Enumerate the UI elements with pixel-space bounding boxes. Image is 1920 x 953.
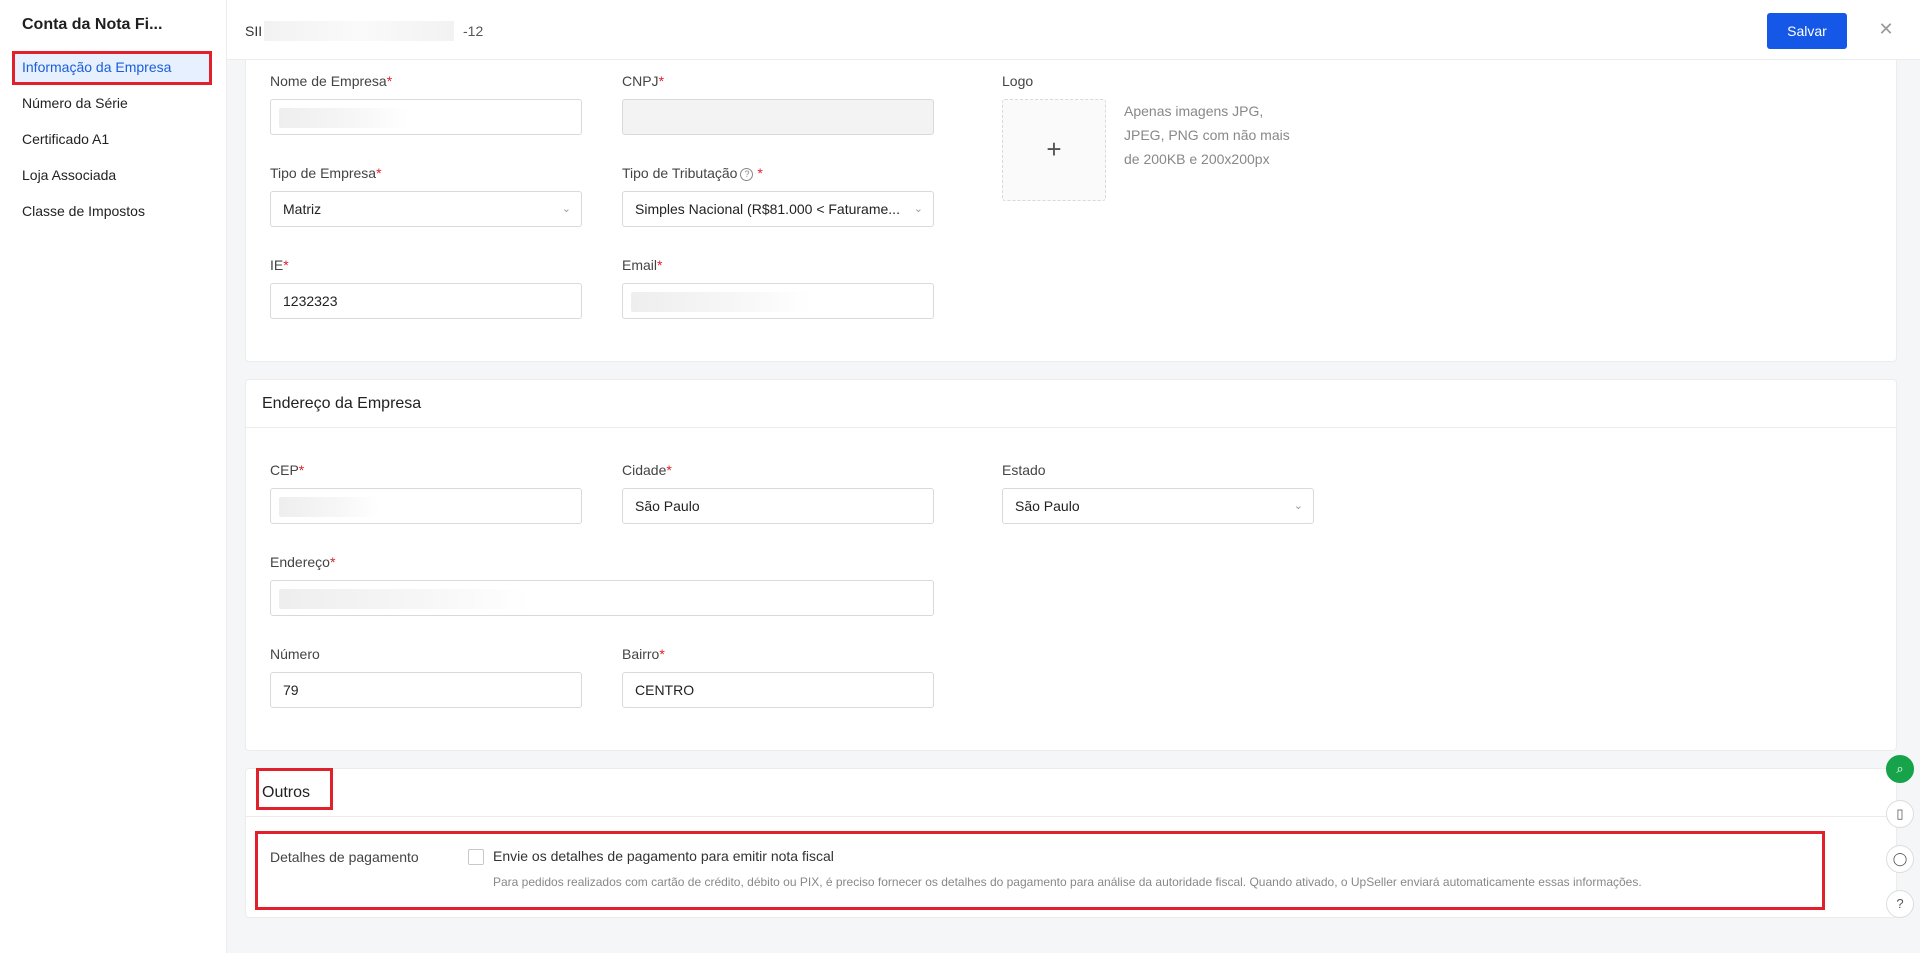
search-icon[interactable]: ⌕ [1886,755,1914,783]
cidade-label: Cidade* [622,462,672,478]
payment-details-highlight-box [255,831,1825,910]
account-title-prefix: SII [245,23,263,39]
outros-highlight-box [256,768,333,810]
tipo-empresa-value: Matriz [283,201,322,217]
top-bar: SII -12 Salvar ✕ [227,0,1920,60]
estado-label: Estado [1002,462,1046,478]
tipo-tributacao-label: Tipo de Tributação? * [622,165,763,181]
email-input[interactable] [622,283,934,319]
cep-label: CEP* [270,462,305,478]
endereco-input[interactable] [270,580,934,616]
cnpj-input [622,99,934,135]
redacted-value [279,108,409,128]
sidebar-item-numero-da-serie[interactable]: Número da Série [22,95,128,111]
tipo-tributacao-select[interactable]: Simples Nacional (R$81.000 < Faturame...… [622,191,934,227]
sidebar-title: Conta da Nota Fi... [22,16,163,33]
sidebar-item-classe-de-impostos[interactable]: Classe de Impostos [22,203,145,219]
nome-empresa-label: Nome de Empresa* [270,73,393,89]
ie-label: IE* [270,257,289,273]
chevron-down-icon: ⌄ [561,203,571,215]
tipo-empresa-label: Tipo de Empresa* [270,165,382,181]
redacted-value [279,589,529,609]
bairro-label: Bairro* [622,646,665,662]
sidebar-item-certificado-a1[interactable]: Certificado A1 [22,131,109,147]
numero-input[interactable]: 79 [270,672,582,708]
address-card: Endereço da Empresa CEP* Cidade* São Pau… [245,379,1897,751]
required-mark: * [386,73,393,89]
phone-icon[interactable]: ▯ [1886,800,1914,828]
tipo-empresa-select[interactable]: Matriz ⌄ [270,191,582,227]
estado-value: São Paulo [1015,498,1080,514]
bairro-input[interactable]: CENTRO [622,672,934,708]
outros-card-header: Outros [246,769,1896,817]
tipo-tributacao-value: Simples Nacional (R$81.000 < Faturame... [635,201,900,217]
sidebar: Conta da Nota Fi... Informação da Empres… [0,0,227,953]
logo-upload-hint: Apenas imagens JPG, JPEG, PNG com não ma… [1124,103,1290,167]
help-icon[interactable]: ? [740,168,754,181]
redacted-value [279,497,379,517]
redacted-account-name [264,21,454,41]
endereco-label: Endereço* [270,554,336,570]
chevron-down-icon: ⌄ [913,203,923,215]
numero-label: Número [270,646,320,662]
cnpj-label: CNPJ* [622,73,665,89]
sidebar-item-loja-associada[interactable]: Loja Associada [22,167,116,183]
estado-select[interactable]: São Paulo ⌄ [1002,488,1314,524]
save-button[interactable]: Salvar [1767,13,1847,49]
address-card-header: Endereço da Empresa [246,380,1896,428]
logo-upload-button[interactable]: + [1002,99,1106,201]
whatsapp-icon[interactable]: ◯ [1886,845,1914,873]
logo-label: Logo [1002,73,1034,89]
redacted-value [631,292,811,312]
company-info-card: Nome de Empresa* CNPJ* Logo + Apenas ima… [245,60,1897,362]
ie-input[interactable]: 1232323 [270,283,582,319]
help-icon[interactable]: ? [1886,890,1914,918]
close-icon[interactable]: ✕ [1875,18,1897,40]
cidade-input[interactable]: São Paulo [622,488,934,524]
cep-input[interactable] [270,488,582,524]
main-content: Nome de Empresa* CNPJ* Logo + Apenas ima… [227,60,1920,953]
nome-empresa-input[interactable] [270,99,582,135]
email-label: Email* [622,257,663,273]
sidebar-item-informacao-da-empresa[interactable]: Informação da Empresa [22,59,171,75]
account-title-suffix: -12 [463,23,484,39]
chevron-down-icon: ⌄ [1293,500,1303,512]
